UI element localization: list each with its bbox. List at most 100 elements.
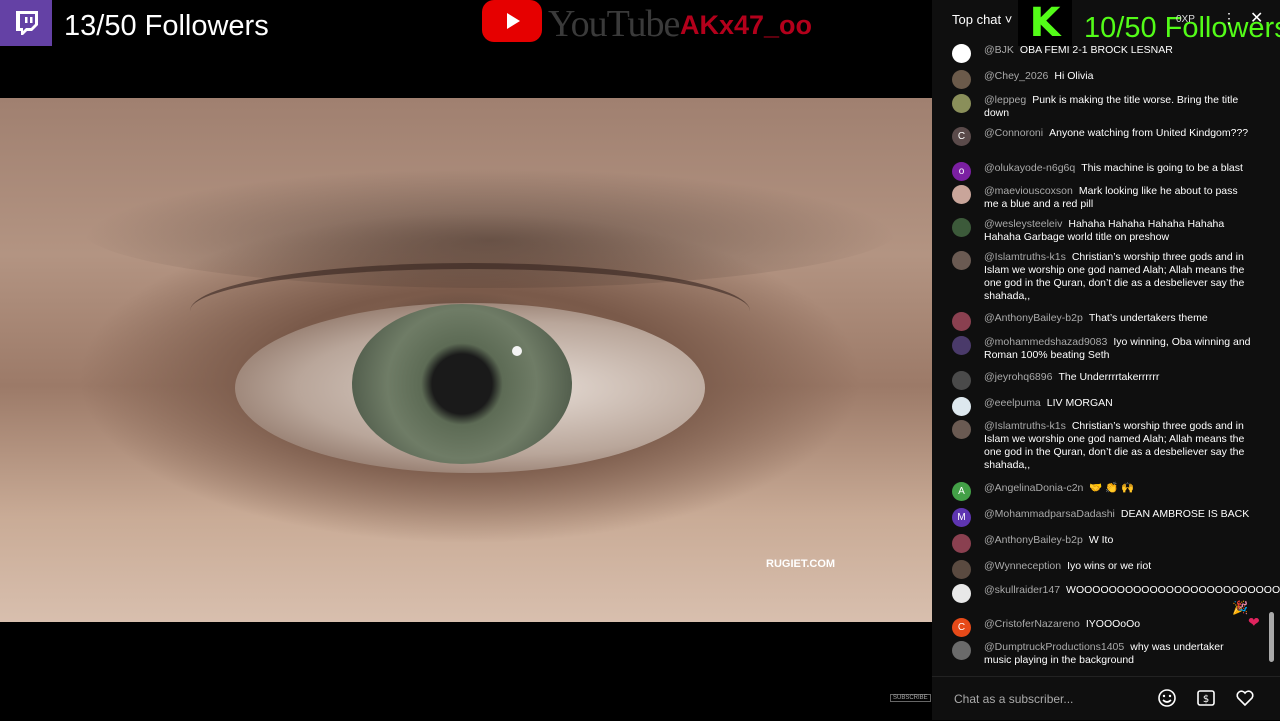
top-chat-dropdown[interactable]: Top chat ˅ — [952, 12, 1012, 27]
avatar[interactable]: o — [952, 162, 971, 181]
chat-message-body: @BJK OBA FEMI 2-1 BROCK LESNAR — [984, 44, 1252, 57]
stream-overlay-top: 13/50 Followers YouTube AKx47_oo — [0, 0, 932, 98]
avatar[interactable]: C — [952, 618, 971, 637]
chat-author[interactable]: @olukayode-n6g6q — [984, 162, 1075, 174]
more-options-icon[interactable]: ⋮ — [1222, 10, 1236, 27]
chat-message-list[interactable]: @BJK OBA FEMI 2-1 BROCK LESNAR @Chey_2026 H… — [932, 40, 1280, 670]
top-chat-label: Top chat — [952, 12, 1002, 27]
emoji-icon[interactable] — [1156, 687, 1178, 709]
chat-author[interactable]: @skullraider147 — [984, 584, 1060, 596]
avatar[interactable] — [952, 218, 971, 237]
chat-message-body: @mohammedshazad9083 Iyo winning, Oba winn… — [984, 336, 1252, 362]
chat-message-body: @leppeg Punk is making the title worse. B… — [984, 94, 1252, 120]
avatar[interactable] — [952, 371, 971, 390]
chat-message-body: @DumptruckProductions1405 why was underta… — [984, 641, 1252, 667]
avatar[interactable]: M — [952, 508, 971, 527]
chat-text: W Ito — [1088, 534, 1114, 546]
chat-message-body: @Connoroni Anyone watching from United Ki… — [984, 127, 1252, 140]
chat-text: Anyone watching from United Kindgom??? — [1049, 127, 1249, 139]
chat-text: DEAN AMBROSE IS BACK — [1120, 508, 1250, 520]
chat-author[interactable]: @Islamtruths-k1s — [984, 420, 1066, 432]
video-watermark: RUGIET.COM — [766, 558, 836, 570]
chat-message-body: @Islamtruths-k1s Christian’s worship thre… — [984, 251, 1252, 303]
chat-author[interactable]: @eeelpuma — [984, 397, 1041, 409]
chat-text: LIV MORGAN — [1046, 397, 1113, 409]
chat-input-bar: $ — [932, 676, 1280, 721]
chat-author[interactable]: @BJK — [984, 44, 1014, 56]
svg-text:$: $ — [1203, 694, 1209, 705]
youtube-wordmark: YouTube — [548, 3, 680, 45]
close-icon[interactable]: ✕ — [1250, 8, 1263, 28]
avatar[interactable]: C — [952, 127, 971, 146]
chat-author[interactable]: @Islamtruths-k1s — [984, 251, 1066, 263]
video-eye-glint — [512, 346, 522, 356]
chat-author[interactable]: @leppeg — [984, 94, 1026, 106]
chat-message-body: @jeyrohq6896 The Underrrrtakerrrrrr — [984, 371, 1252, 384]
chat-message-body: @skullraider147 WOOOOOOOOOOOOOOOOOOOOOOOO… — [984, 584, 1280, 597]
video-player[interactable]: RUGIET.COM — [0, 98, 932, 622]
avatar[interactable] — [952, 336, 971, 355]
avatar[interactable] — [952, 94, 971, 113]
twitch-follower-goal: 13/50 Followers — [64, 10, 269, 42]
chat-author[interactable]: @CristoferNazareno — [984, 618, 1080, 630]
chat-message-body: @Islamtruths-k1s Christian’s worship thre… — [984, 420, 1252, 472]
chat-author[interactable]: @Wynneception — [984, 560, 1061, 572]
twitch-icon — [0, 0, 52, 46]
xp-badge[interactable]: 0XP — [1176, 14, 1195, 25]
avatar[interactable] — [952, 420, 971, 439]
chat-author[interactable]: @wesleysteeleiv — [984, 218, 1062, 230]
chat-text: That’s undertakers theme — [1088, 312, 1208, 324]
chat-message-body: @AnthonyBailey-b2p W Ito — [984, 534, 1252, 547]
avatar[interactable] — [952, 397, 971, 416]
chat-message-body: @eeelpuma LIV MORGAN — [984, 397, 1252, 410]
heart-reaction-icon: ❤ — [1248, 614, 1260, 630]
chat-author[interactable]: @DumptruckProductions1405 — [984, 641, 1124, 653]
chat-author[interactable]: @jeyrohq6896 — [984, 371, 1052, 383]
chat-author[interactable]: @maeviouscoxson — [984, 185, 1073, 197]
youtube-icon — [482, 0, 542, 42]
youtube-handle: AKx47_oo — [680, 10, 813, 40]
chat-message-body: @Chey_2026 Hi Olivia — [984, 70, 1252, 83]
avatar[interactable] — [952, 534, 971, 553]
chevron-down-icon: ˅ — [1004, 12, 1013, 27]
chat-message-body: @Wynneception Iyo wins or we riot — [984, 560, 1252, 573]
avatar[interactable] — [952, 584, 971, 603]
chat-author[interactable]: @AnthonyBailey-b2p — [984, 534, 1083, 546]
chat-author[interactable]: @MohammadparsaDadashi — [984, 508, 1115, 520]
chat-message-body: @CristoferNazareno IYOOOoOo — [984, 618, 1252, 631]
chat-scrollbar[interactable] — [1269, 612, 1274, 662]
chat-text: OBA FEMI 2-1 BROCK LESNAR — [1019, 44, 1173, 56]
avatar[interactable]: A — [952, 482, 971, 501]
chat-input[interactable] — [952, 687, 1156, 711]
chat-author[interactable]: @Connoroni — [984, 127, 1043, 139]
avatar[interactable] — [952, 70, 971, 89]
chat-author[interactable]: @AngelinaDonia-c2n — [984, 482, 1083, 494]
chat-text: WOOOOOOOOOOOOOOOOOOOOOOOOO — [1066, 584, 1280, 596]
chat-message-body: @AnthonyBailey-b2p That’s undertakers the… — [984, 312, 1252, 325]
chat-message-body: @AngelinaDonia-c2n 🤝 👏 🙌 — [984, 482, 1252, 495]
avatar[interactable] — [952, 44, 971, 63]
chat-author[interactable]: @mohammedshazad9083 — [984, 336, 1107, 348]
chat-text: Iyo wins or we riot — [1067, 560, 1152, 572]
live-chat-panel: Top chat ˅ K 10/50 Followers 0XP ⋮ ✕ @BJ… — [932, 0, 1280, 720]
heart-icon[interactable] — [1234, 687, 1256, 709]
avatar[interactable] — [952, 312, 971, 331]
avatar[interactable] — [952, 641, 971, 660]
chat-author[interactable]: @AnthonyBailey-b2p — [984, 312, 1083, 324]
chat-text: The Underrrrtakerrrrrr — [1058, 371, 1160, 383]
super-chat-icon[interactable]: $ — [1195, 687, 1217, 709]
chat-text: 🤝 👏 🙌 — [1089, 482, 1135, 494]
subscribe-tag: SUBSCRIBE — [890, 694, 931, 702]
stream-overlay-bottom — [0, 622, 932, 720]
avatar[interactable] — [952, 560, 971, 579]
party-popper-icon: 🎉 — [1232, 600, 1249, 615]
chat-author[interactable]: @Chey_2026 — [984, 70, 1048, 82]
avatar[interactable] — [952, 185, 971, 204]
chat-message-body: @maeviouscoxson Mark looking like he abou… — [984, 185, 1252, 211]
video-iris — [352, 304, 572, 464]
chat-message-body: @MohammadparsaDadashi DEAN AMBROSE IS BAC… — [984, 508, 1252, 521]
avatar[interactable] — [952, 251, 971, 270]
chat-text: Hi Olivia — [1054, 70, 1094, 82]
chat-message-body: @wesleysteeleiv Hahaha Hahaha Hahaha Haha… — [984, 218, 1252, 244]
chat-text: IYOOOoOo — [1085, 618, 1141, 630]
